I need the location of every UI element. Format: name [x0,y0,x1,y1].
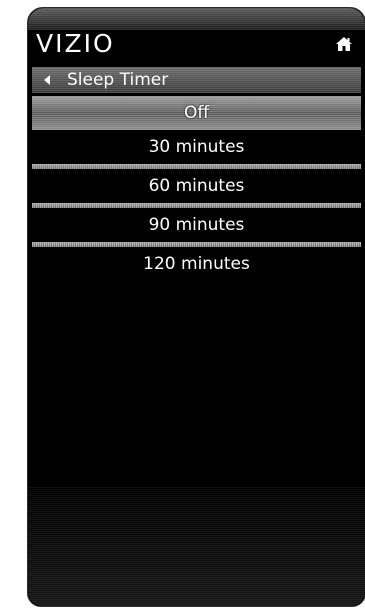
home-icon[interactable] [335,35,353,53]
header: VIZIO [28,26,365,62]
menu-title: Sleep Timer [67,70,169,90]
sleep-timer-options: Off 30 minutes 60 minutes 90 minutes 120… [32,96,361,281]
panel-footer-gloss [28,486,365,606]
menu-title-bar: Sleep Timer [32,67,361,93]
sleep-timer-panel: VIZIO Sleep Timer Off 30 minutes 60 minu… [27,7,365,607]
option-90-minutes[interactable]: 90 minutes [32,208,361,242]
brand-logo: VIZIO [36,29,115,58]
option-off[interactable]: Off [32,96,361,130]
option-60-minutes[interactable]: 60 minutes [32,169,361,203]
option-30-minutes[interactable]: 30 minutes [32,130,361,164]
back-arrow-icon[interactable] [44,75,50,85]
option-120-minutes[interactable]: 120 minutes [32,247,361,281]
